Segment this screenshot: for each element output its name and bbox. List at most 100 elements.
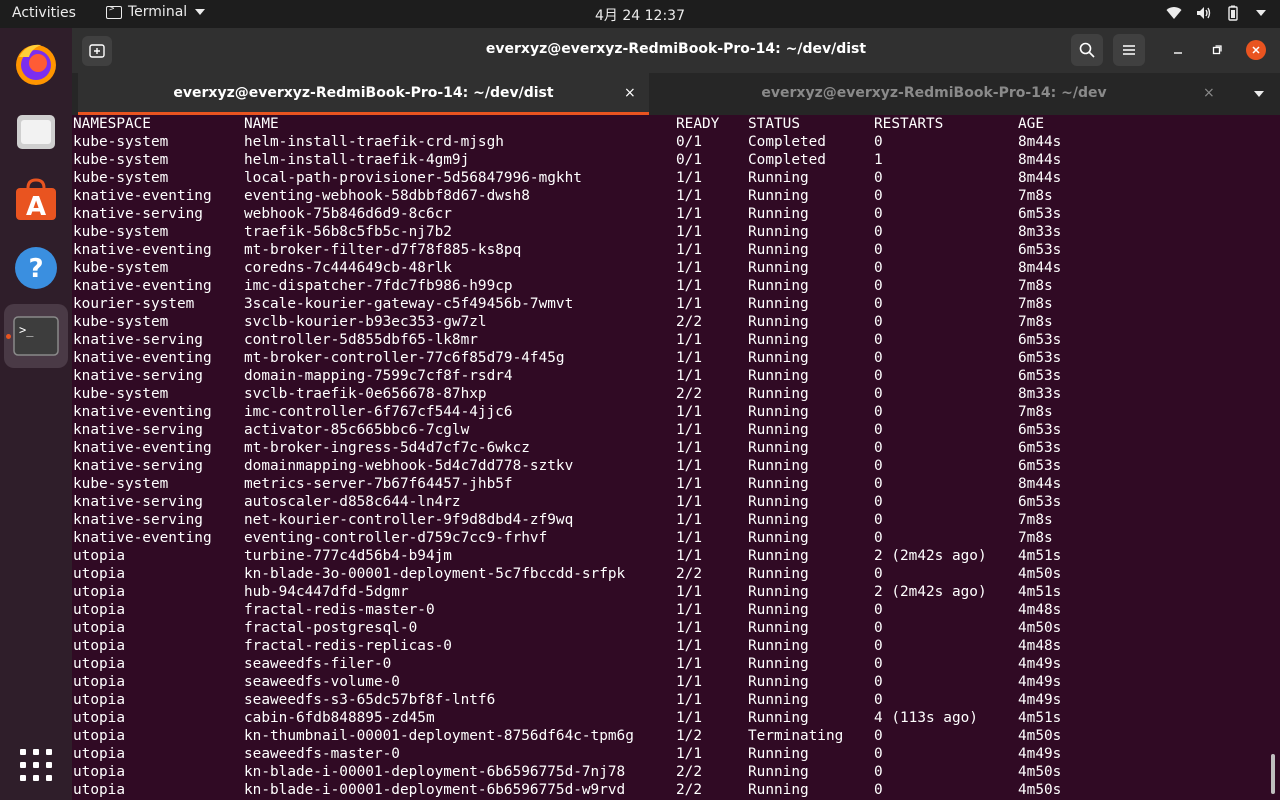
cell-namespace: utopia <box>73 746 125 762</box>
cell-ready: 1/1 <box>676 170 702 186</box>
cell-status: Running <box>748 548 809 564</box>
cell-namespace: utopia <box>73 548 125 564</box>
cell-status: Running <box>748 206 809 222</box>
cell-name: domainmapping-webhook-5d4c7dd778-sztkv <box>244 458 574 474</box>
cell-namespace: utopia <box>73 656 125 672</box>
cell-status: Terminating <box>748 728 844 744</box>
cell-ready: 2/2 <box>676 386 702 402</box>
cell-age: AGE <box>1018 116 1044 132</box>
cell-status: Running <box>748 692 809 708</box>
cell-ready: 2/2 <box>676 782 702 798</box>
cell-status: Running <box>748 530 809 546</box>
cell-namespace: kube-system <box>73 386 169 402</box>
table-row: utopia cabin-6fdb848895-zd45m 1/1 Running 4 … <box>72 709 1280 727</box>
table-row: knative-serving autoscaler-d858c644-ln4rz… <box>72 493 1280 511</box>
cell-restarts: 0 <box>874 566 883 582</box>
menu-button[interactable] <box>1113 34 1145 66</box>
table-row: knative-serving webhook-75b846d6d9-8c6cr 1… <box>72 205 1280 223</box>
table-row: utopia kn-blade-i-00001-deployment-6b6596… <box>72 781 1280 799</box>
cell-name: imc-dispatcher-7fdc7fb986-h99cp <box>244 278 513 294</box>
table-row: knative-serving net-kourier-controller-9f… <box>72 511 1280 529</box>
cell-ready: 1/1 <box>676 368 702 384</box>
cell-age: 4m50s <box>1018 764 1062 780</box>
cell-namespace: knative-eventing <box>73 278 212 294</box>
cell-restarts: 0 <box>874 746 883 762</box>
tab-dev[interactable]: everxyz@everxyz-RedmiBook-Pro-14: ~/dev … <box>649 73 1219 115</box>
tab-close-icon[interactable]: × <box>624 85 636 101</box>
dock-item-terminal[interactable]: >_ <box>4 304 68 368</box>
search-icon <box>1079 42 1095 58</box>
cell-ready: 1/1 <box>676 440 702 456</box>
cell-namespace: knative-serving <box>73 422 203 438</box>
cell-status: Running <box>748 170 809 186</box>
close-button[interactable] <box>1246 40 1266 60</box>
cell-age: 4m51s <box>1018 548 1062 564</box>
cell-status: Running <box>748 440 809 456</box>
table-row: kube-system helm-install-traefik-4gm9j 0/1… <box>72 151 1280 169</box>
dock-item-files[interactable] <box>4 100 68 164</box>
table-row: utopia seaweedfs-s3-65dc57bf8f-lntf6 1/1 Ru… <box>72 691 1280 709</box>
clock[interactable]: 4月 24 12:37 <box>0 5 1280 25</box>
cell-status: Running <box>748 584 809 600</box>
cell-name: metrics-server-7b67f64457-jhb5f <box>244 476 513 492</box>
table-row: knative-eventing mt-broker-filter-d7f78f8… <box>72 241 1280 259</box>
cell-name: fractal-postgresql-0 <box>244 620 418 636</box>
cell-status: Running <box>748 710 809 726</box>
maximize-button[interactable] <box>1207 40 1227 60</box>
cell-age: 4m49s <box>1018 674 1062 690</box>
cell-restarts: 0 <box>874 458 883 474</box>
cell-namespace: utopia <box>73 674 125 690</box>
cell-ready: 1/1 <box>676 458 702 474</box>
tab-dev-dist[interactable]: everxyz@everxyz-RedmiBook-Pro-14: ~/dev/… <box>78 73 649 115</box>
minimize-button[interactable] <box>1168 40 1188 60</box>
cell-name: mt-broker-ingress-5d4d7cf7c-6wkcz <box>244 440 530 456</box>
cell-age: 7m8s <box>1018 188 1053 204</box>
search-button[interactable] <box>1071 34 1103 66</box>
dock-item-help[interactable]: ? <box>4 236 68 300</box>
scrollbar[interactable] <box>1271 754 1275 794</box>
cell-ready: 2/2 <box>676 764 702 780</box>
cell-status: Running <box>748 656 809 672</box>
cell-age: 4m51s <box>1018 584 1062 600</box>
minimize-icon <box>1174 52 1182 54</box>
table-row: utopia seaweedfs-volume-0 1/1 Running 0 4m49s <box>72 673 1280 691</box>
cell-status: Running <box>748 476 809 492</box>
top-bar: Activities Terminal 4月 24 12:37 <box>0 0 1280 28</box>
cell-status: Completed <box>748 152 826 168</box>
cell-restarts: 0 <box>874 782 883 798</box>
tab-label: everxyz@everxyz-RedmiBook-Pro-14: ~/dev <box>761 85 1107 101</box>
cell-age: 8m44s <box>1018 170 1062 186</box>
cell-ready: 1/2 <box>676 728 702 744</box>
cell-ready: 1/1 <box>676 602 702 618</box>
cell-restarts: 0 <box>874 656 883 672</box>
tab-close-icon[interactable]: × <box>1203 85 1215 101</box>
cell-restarts: 0 <box>874 206 883 222</box>
maximize-icon <box>1212 45 1222 55</box>
tab-list-chevron-down-icon[interactable] <box>1254 91 1264 97</box>
terminal-output[interactable]: NAMESPACE NAME READY STATUS RESTARTS AGE kube-… <box>72 115 1280 800</box>
cell-restarts: 0 <box>874 170 883 186</box>
cell-status: Running <box>748 332 809 348</box>
cell-name: eventing-webhook-58dbbf8d67-dwsh8 <box>244 188 530 204</box>
ubuntu-software-icon: A <box>16 178 56 222</box>
show-applications-icon[interactable] <box>20 749 52 781</box>
table-row: utopia seaweedfs-master-0 1/1 Running 0 4m49s <box>72 745 1280 763</box>
dock-item-ubuntu-software[interactable]: A <box>4 168 68 232</box>
cell-age: 8m44s <box>1018 134 1062 150</box>
cell-age: 8m33s <box>1018 386 1062 402</box>
cell-namespace: utopia <box>73 602 125 618</box>
cell-name: activator-85c665bbc6-7cglw <box>244 422 470 438</box>
table-row: knative-eventing eventing-webhook-58dbbf8… <box>72 187 1280 205</box>
cell-namespace: utopia <box>73 782 125 798</box>
cell-ready: 1/1 <box>676 350 702 366</box>
system-tray[interactable] <box>1166 5 1266 21</box>
cell-age: 8m44s <box>1018 260 1062 276</box>
cell-name: turbine-777c4d56b4-b94jm <box>244 548 452 564</box>
dock-item-firefox[interactable] <box>4 32 68 96</box>
cell-ready: 2/2 <box>676 314 702 330</box>
tab-label: everxyz@everxyz-RedmiBook-Pro-14: ~/dev/… <box>173 85 554 101</box>
table-row: utopia fractal-redis-master-0 1/1 Running 0 4… <box>72 601 1280 619</box>
cell-namespace: knative-serving <box>73 458 203 474</box>
cell-restarts: 0 <box>874 332 883 348</box>
cell-name: cabin-6fdb848895-zd45m <box>244 710 435 726</box>
